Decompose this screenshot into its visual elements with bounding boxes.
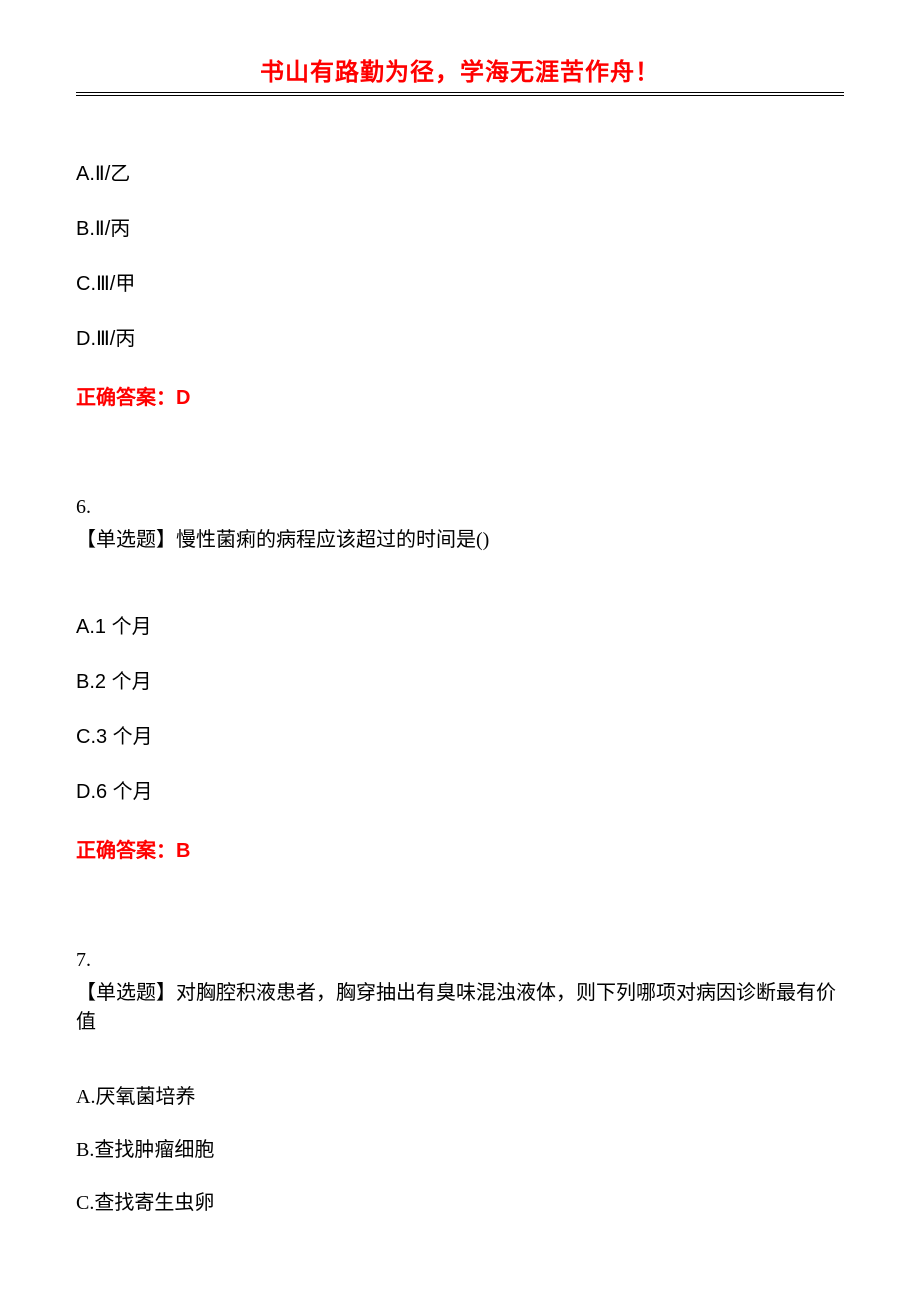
question-7: 7. 【单选题】对胸腔积液患者，胸穿抽出有臭味混浊液体，则下列哪项对病因诊断最有… — [76, 946, 844, 1218]
q7-option-a: A.厌氧菌培养 — [76, 1083, 844, 1112]
q6-option-b: B.2 个月 — [76, 668, 844, 697]
q7-number: 7. — [76, 946, 844, 975]
q5-option-d: D.Ⅲ/丙 — [76, 325, 844, 354]
q6-correct-answer: 正确答案：B — [76, 837, 844, 866]
q7-option-b: B.查找肿瘤细胞 — [76, 1136, 844, 1165]
q5-option-b: B.Ⅱ/丙 — [76, 215, 844, 244]
page-header-motto: 书山有路勤为径，学海无涯苦作舟！ — [76, 52, 844, 92]
document-content: A.Ⅱ/乙 B.Ⅱ/丙 C.Ⅲ/甲 D.Ⅲ/丙 正确答案：D 6. 【单选题】慢… — [76, 104, 844, 1218]
q6-text: 【单选题】慢性菌痢的病程应该超过的时间是() — [76, 526, 844, 555]
q6-option-c: C.3 个月 — [76, 723, 844, 752]
q7-option-c: C.查找寄生虫卵 — [76, 1189, 844, 1218]
header-divider — [76, 92, 844, 96]
q6-number: 6. — [76, 493, 844, 522]
q5-option-c: C.Ⅲ/甲 — [76, 270, 844, 299]
q6-option-a: A.1 个月 — [76, 613, 844, 642]
question-5-options: A.Ⅱ/乙 B.Ⅱ/丙 C.Ⅲ/甲 D.Ⅲ/丙 正确答案：D — [76, 160, 844, 413]
q5-option-a: A.Ⅱ/乙 — [76, 160, 844, 189]
q6-option-d: D.6 个月 — [76, 778, 844, 807]
question-6: 6. 【单选题】慢性菌痢的病程应该超过的时间是() A.1 个月 B.2 个月 … — [76, 493, 844, 866]
q7-text: 【单选题】对胸腔积液患者，胸穿抽出有臭味混浊液体，则下列哪项对病因诊断最有价值 — [76, 979, 844, 1037]
q5-correct-answer: 正确答案：D — [76, 384, 844, 413]
